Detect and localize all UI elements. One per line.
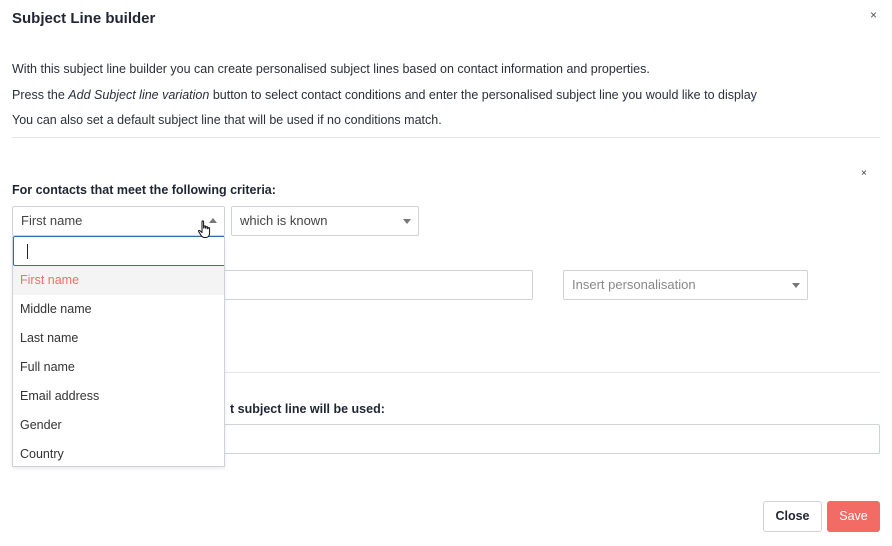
condition-select-value: which is known	[240, 213, 328, 228]
dropdown-option[interactable]: Email address	[13, 382, 224, 411]
hand-pointer-icon	[197, 220, 213, 245]
intro-line-2: Press the Add Subject line variation but…	[12, 88, 757, 102]
divider	[12, 137, 880, 138]
dropdown-option[interactable]: Country	[13, 440, 224, 466]
intro-line-1: With this subject line builder you can c…	[12, 62, 650, 76]
dropdown-option[interactable]: Middle name	[13, 295, 224, 324]
criteria-label: For contacts that meet the following cri…	[12, 183, 276, 197]
dropdown-option[interactable]: Last name	[13, 324, 224, 353]
field-dropdown: First name Middle name Last name Full na…	[12, 236, 225, 467]
text-cursor	[27, 244, 28, 259]
intro-line-3: You can also set a default subject line …	[12, 113, 442, 127]
intro-line-2-prefix: Press the	[12, 88, 69, 102]
field-select-value: First name	[21, 213, 83, 228]
field-select[interactable]: First name	[12, 206, 225, 236]
dropdown-search-input[interactable]	[13, 236, 224, 266]
dropdown-option[interactable]: Gender	[13, 411, 224, 440]
condition-select[interactable]: which is known	[231, 206, 419, 236]
dropdown-option[interactable]: First name	[13, 266, 224, 295]
dropdown-option[interactable]: Full name	[13, 353, 224, 382]
modal-title: Subject Line builder	[12, 10, 156, 27]
personalisation-select[interactable]: Insert personalisation	[563, 270, 808, 300]
rule-remove-icon[interactable]: ×	[861, 168, 867, 179]
modal-close-icon[interactable]: ×	[870, 8, 877, 22]
personalisation-placeholder: Insert personalisation	[572, 277, 696, 292]
intro-line-2-suffix: button to select contact conditions and …	[209, 88, 757, 102]
save-button[interactable]: Save	[827, 501, 880, 532]
chevron-down-icon	[792, 283, 800, 288]
chevron-down-icon	[403, 219, 411, 224]
close-button[interactable]: Close	[763, 501, 822, 532]
intro-line-2-emphasis: Add Subject line variation	[68, 88, 210, 102]
default-subject-label: t subject line will be used:	[230, 402, 385, 416]
